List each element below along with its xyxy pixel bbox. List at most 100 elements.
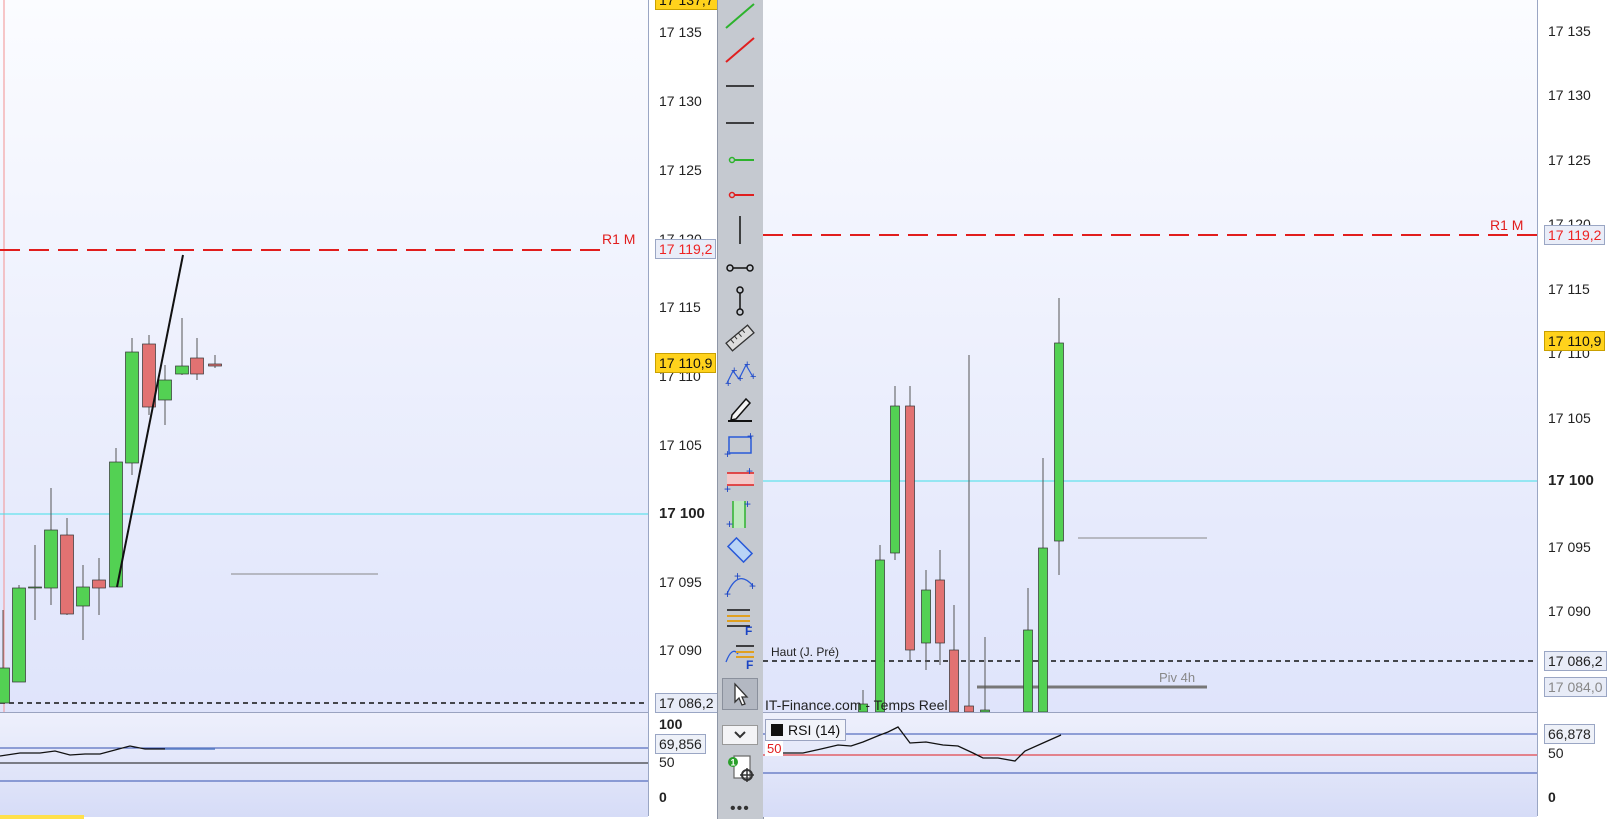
left-bottom-yellow-tab xyxy=(0,815,84,819)
right-rsi-50-label: 50 xyxy=(1548,745,1564,761)
bullish-candle xyxy=(76,586,90,607)
right-tick-17095: 17 095 xyxy=(1548,539,1591,555)
left-tick-17130: 17 130 xyxy=(659,93,702,109)
left-price-plot[interactable]: R1 M xyxy=(0,0,648,712)
curve-icon[interactable]: + + + xyxy=(722,568,758,600)
right-current-price-label: 17 110,9 xyxy=(1544,331,1606,351)
right-tick-17130: 17 130 xyxy=(1548,87,1591,103)
left-rsi-pane[interactable] xyxy=(0,712,648,817)
left-rsi-canvas xyxy=(0,745,648,782)
segment-icon[interactable] xyxy=(722,250,758,282)
right-source-text: IT-Finance.com - Temps Reel xyxy=(765,697,948,712)
rectangle-icon[interactable]: + + xyxy=(722,428,758,460)
bullish-candle xyxy=(1038,547,1048,712)
left-tick-17090: 17 090 xyxy=(659,642,702,658)
left-rsi-100-label: 100 xyxy=(659,716,683,732)
right-price-plot[interactable]: R1 M Haut (J. Pré) Piv 4h IT-Finance.com… xyxy=(763,0,1537,712)
right-candles xyxy=(858,298,1064,712)
half-line-green-icon[interactable] xyxy=(722,142,758,174)
horizontal-line-icon[interactable] xyxy=(722,70,758,102)
svg-text:+: + xyxy=(724,482,731,495)
left-tick-17095: 17 095 xyxy=(659,574,702,590)
svg-text:+: + xyxy=(724,587,731,600)
svg-text:+: + xyxy=(734,569,741,583)
left-haut-price-label: 17 086,2 xyxy=(655,693,717,713)
left-r1-text: R1 M xyxy=(602,231,636,247)
right-piv-text: Piv 4h xyxy=(1159,670,1196,685)
bullish-candle xyxy=(28,586,42,589)
left-candles xyxy=(0,318,222,704)
horizontal-line-2-icon[interactable] xyxy=(722,104,758,136)
bearish-candle xyxy=(935,579,945,644)
left-tick-17100: 17 100 xyxy=(659,505,705,522)
ruler-icon[interactable] xyxy=(722,322,758,354)
right-tick-17100: 17 100 xyxy=(1548,472,1594,489)
svg-text:+: + xyxy=(726,517,733,530)
left-tick-17115: 17 115 xyxy=(659,299,701,315)
bullish-candle xyxy=(12,587,26,683)
half-line-red-icon[interactable] xyxy=(722,177,758,209)
cursor-icon[interactable] xyxy=(722,678,758,710)
svg-text:F: F xyxy=(746,658,753,670)
left-rsi-0-label: 0 xyxy=(659,789,667,805)
svg-text:+: + xyxy=(746,464,753,478)
rsi-title: RSI (14) xyxy=(788,722,841,738)
right-tick-17125: 17 125 xyxy=(1548,152,1591,168)
trendline-red-icon[interactable] xyxy=(722,34,758,66)
bearish-candle xyxy=(905,405,915,651)
bullish-candle xyxy=(44,529,58,589)
left-price-axis[interactable]: 17 137,7 17 135 17 130 17 125 17 120 17 … xyxy=(648,0,717,816)
bullish-candle xyxy=(1023,629,1033,712)
right-tick-17115: 17 115 xyxy=(1548,281,1590,297)
rsi-color-swatch xyxy=(771,724,783,736)
right-rsi-value-label: 66,878 xyxy=(1544,724,1595,744)
vertical-segment-icon[interactable] xyxy=(722,285,758,317)
svg-text:+: + xyxy=(737,373,743,385)
svg-text:+: + xyxy=(724,447,731,460)
pencil-icon[interactable] xyxy=(722,393,758,425)
right-r1-price-label: 17 119,2 xyxy=(1544,225,1606,245)
svg-text:+: + xyxy=(744,498,751,511)
left-chart[interactable]: R1 M 17 137,7 17 135 17 130 17 125 17 12… xyxy=(0,0,717,819)
bearish-candle xyxy=(208,363,222,367)
vertical-line-icon[interactable] xyxy=(722,214,758,246)
right-haut-price-label: 17 086,2 xyxy=(1544,651,1607,671)
right-tick-17105: 17 105 xyxy=(1548,410,1591,426)
more-tools-button[interactable]: ••• xyxy=(730,800,750,818)
svg-text:+: + xyxy=(749,579,756,593)
right-piv-price-label: 17 084,0 xyxy=(1544,677,1607,697)
svg-text:1: 1 xyxy=(731,758,736,768)
svg-text:+: + xyxy=(747,429,754,443)
rsi-level-50-marker: 50 xyxy=(765,741,784,756)
bearish-candle xyxy=(142,343,156,408)
right-rsi-0-label: 0 xyxy=(1548,789,1556,805)
left-tick-17105: 17 105 xyxy=(659,437,702,453)
right-price-canvas xyxy=(763,234,1537,712)
rsi-title-box: RSI (14) xyxy=(765,719,847,741)
diagonal-rectangle-icon[interactable] xyxy=(722,534,758,566)
document-settings-icon[interactable]: 1 xyxy=(724,750,758,784)
horizontal-channel-icon[interactable]: + + xyxy=(722,463,758,495)
expand-toolbar-button[interactable] xyxy=(722,725,758,745)
right-rsi-pane[interactable]: RSI (14) 50 xyxy=(763,712,1537,817)
bearish-candle xyxy=(949,649,959,712)
bullish-candle xyxy=(890,405,900,554)
drawing-toolbar: + + + + + + + + + + + + + + F F 1 ••• xyxy=(717,0,764,819)
bullish-candle xyxy=(1054,342,1064,542)
right-price-axis[interactable]: 17 135 17 130 17 125 17 120 17 115 17 11… xyxy=(1537,0,1608,816)
right-haut-text: Haut (J. Pré) xyxy=(771,645,840,659)
left-tick-17125: 17 125 xyxy=(659,162,702,178)
left-current-price-label: 17 110,9 xyxy=(655,353,717,373)
right-r1-text: R1 M xyxy=(1490,217,1524,233)
bearish-candle xyxy=(92,579,106,589)
left-r1-price-label: 17 119,2 xyxy=(655,239,717,259)
left-rsi-50-label: 50 xyxy=(659,754,675,770)
fibonacci-icon[interactable]: F xyxy=(722,604,758,636)
multi-point-icon[interactable]: + + + + + xyxy=(722,358,758,390)
svg-text:+: + xyxy=(744,359,750,371)
trendline-green-icon[interactable] xyxy=(722,0,758,32)
vertical-channel-icon[interactable]: + + xyxy=(722,498,758,530)
fibonacci-fan-icon[interactable]: F xyxy=(722,638,758,670)
left-rsi-value-label: 69,856 xyxy=(655,734,706,754)
right-chart[interactable]: R1 M Haut (J. Pré) Piv 4h IT-Finance.com… xyxy=(763,0,1608,819)
